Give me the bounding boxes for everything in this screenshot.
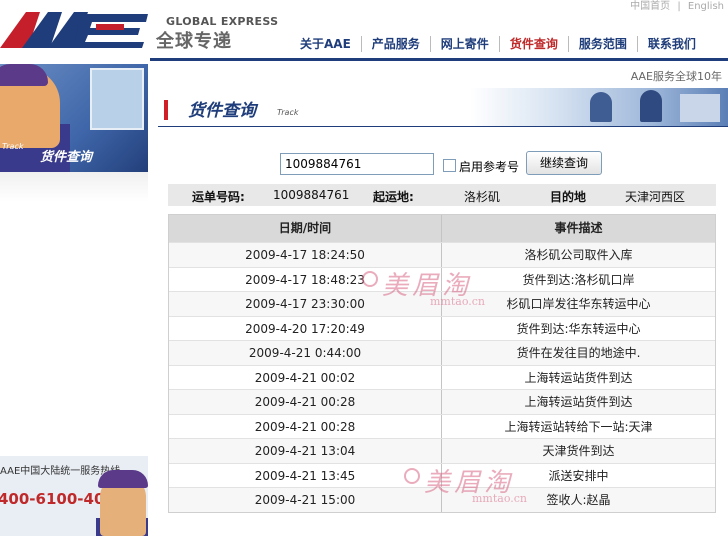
nav-track[interactable]: 货件查询 (498, 36, 568, 52)
banner-track-cn: 货件查询 (40, 150, 93, 165)
deco-building (680, 94, 720, 122)
banner-person-cap (0, 64, 48, 86)
link-china-home[interactable]: 中国首页 (630, 1, 670, 12)
origin-value: 洛杉矶 (464, 190, 501, 204)
cell-datetime: 2009-4-17 18:24:50 (169, 243, 442, 267)
cell-datetime: 2009-4-21 0:44:00 (169, 341, 442, 365)
nav-contact[interactable]: 联系我们 (636, 36, 706, 52)
title-decoration-image (470, 88, 728, 126)
cell-event: 货件在发往目的地途中. (516, 346, 641, 360)
header-datetime: 日期/时间 (169, 215, 442, 242)
shipment-info-row: 运单号码: 1009884761 起运地: 洛杉矶 目的地 天津河西区 (168, 184, 716, 206)
reference-checkbox[interactable] (443, 159, 456, 172)
aae-logo[interactable] (0, 10, 150, 50)
brand-chinese: 全球专递 (156, 31, 232, 52)
hotline-number: 400-6100-400 (0, 490, 115, 508)
cell-event: 上海转运站货件到达 (524, 370, 633, 385)
left-strip (0, 172, 148, 202)
continue-search-button[interactable]: 继续查询 (526, 151, 602, 175)
title-marker (164, 100, 168, 120)
nav-products[interactable]: 产品服务 (360, 36, 430, 52)
page-title-bar: 货件查询 Track (150, 88, 728, 128)
watermark-url: mmtao.cn (472, 492, 528, 505)
table-row: 2009-4-21 0:44:00 货件在发往目的地途中. (169, 340, 715, 365)
header-divider (150, 58, 728, 61)
destination-value: 天津河西区 (625, 190, 686, 204)
table-header: 日期/时间 事件描述 (169, 215, 715, 242)
header-event: 事件描述 (554, 221, 603, 235)
table-row: 2009-4-21 00:02 上海转运站货件到达 (169, 364, 715, 389)
cell-event: 上海转运站转给下一站:天津 (504, 419, 653, 434)
waybill-value: 1009884761 (273, 188, 350, 202)
nav-online-shipping[interactable]: 网上寄件 (429, 36, 499, 52)
page-title: 货件查询 (188, 101, 256, 121)
table-row: 2009-4-17 18:24:50 洛杉矶公司取件入库 (169, 242, 715, 267)
table-row: 2009-4-21 00:28 上海转运站转给下一站:天津 (169, 413, 715, 438)
cell-event: 货件到达:华东转运中心 (516, 321, 641, 336)
banner-track-en: Track (2, 142, 24, 151)
destination-label: 目的地 (550, 190, 587, 204)
track-banner: Track 货件查询 (0, 64, 148, 172)
watermark-logo-2: 美眉淘 mmtao.cn (404, 462, 572, 512)
link-english[interactable]: English (688, 1, 724, 12)
watermark-flower-icon (362, 271, 378, 287)
site-header: GLOBAL EXPRESS 全球专递 中国首页 | English 关于AAE… (0, 0, 728, 62)
table-row: 2009-4-21 13:04 天津货件到达 (169, 438, 715, 463)
nav-about[interactable]: 关于AAE (290, 36, 361, 52)
origin-label: 起运地: (373, 190, 414, 204)
table-row: 2009-4-21 00:28 上海转运站货件到达 (169, 389, 715, 414)
cell-datetime: 2009-4-21 00:28 (169, 390, 442, 414)
main-nav: 关于AAE 产品服务 网上寄件 货件查询 服务范围 联系我们 (290, 36, 706, 52)
cell-event: 天津货件到达 (542, 444, 615, 458)
cell-event: 洛杉矶公司取件入库 (524, 248, 633, 262)
watermark-flower-icon (404, 468, 420, 484)
link-divider: | (677, 1, 681, 12)
hotline-banner: AAE中国大陆统一服务热线 400-6100-400 (0, 456, 148, 536)
cell-datetime: 2009-4-21 13:04 (169, 439, 442, 463)
page: GLOBAL EXPRESS 全球专递 中国首页 | English 关于AAE… (0, 0, 728, 536)
waybill-label: 运单号码: (192, 190, 245, 204)
monitor-image (90, 68, 144, 130)
page-title-en: Track (277, 108, 299, 117)
top-links: 中国首页 | English (626, 0, 724, 12)
cell-datetime: 2009-4-21 15:00 (169, 488, 442, 512)
agent-cap (98, 470, 148, 488)
tracking-number-input[interactable] (280, 153, 434, 175)
tagline: AAE服务全球10年 (630, 70, 722, 83)
cell-datetime: 2009-4-20 17:20:49 (169, 316, 442, 340)
nav-coverage[interactable]: 服务范围 (567, 36, 637, 52)
deco-person-2 (640, 90, 662, 122)
deco-person-1 (590, 92, 612, 122)
cell-datetime: 2009-4-21 13:45 (169, 463, 442, 487)
reference-checkbox-label: 启用参考号 (459, 160, 520, 174)
title-underline (158, 126, 728, 127)
cell-datetime: 2009-4-21 00:28 (169, 414, 442, 438)
cell-datetime: 2009-4-21 00:02 (169, 365, 442, 389)
watermark-url: mmtao.cn (430, 295, 486, 308)
cell-event: 上海转运站货件到达 (524, 395, 633, 409)
table-row: 2009-4-20 17:20:49 货件到达:华东转运中心 (169, 315, 715, 340)
watermark-logo: 美眉淘 mmtao.cn (362, 265, 530, 315)
